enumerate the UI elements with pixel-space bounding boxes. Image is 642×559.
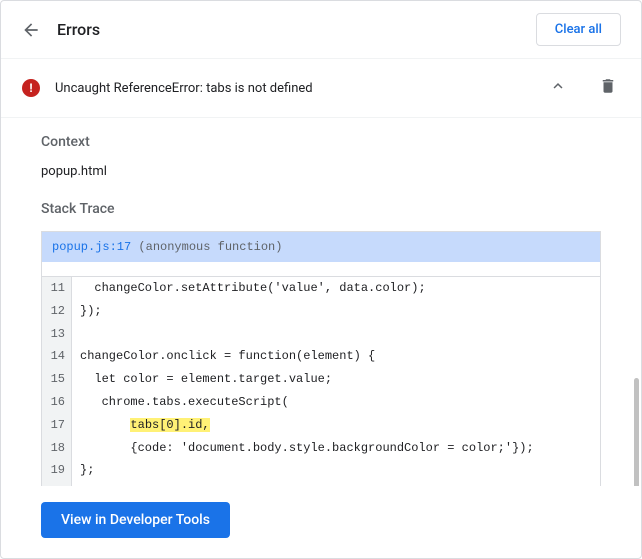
line-text [72, 323, 600, 346]
stack-trace-label: Stack Trace [41, 201, 601, 217]
stack-function: (anonymous function) [138, 240, 282, 254]
errors-panel: Errors Clear all ! Uncaught ReferenceErr… [0, 0, 642, 559]
line-number: 13 [42, 323, 72, 346]
line-number: 18 [42, 437, 72, 460]
code-line: 15 let color = element.target.value; [42, 368, 600, 391]
code-line: 19}; [42, 459, 600, 482]
error-details: Context popup.html Stack Trace popup.js:… [1, 118, 641, 486]
code-line: 13 [42, 323, 600, 346]
stack-file-link[interactable]: popup.js:17 [52, 240, 131, 254]
code-snippet: 11 changeColor.setAttribute('value', dat… [41, 276, 601, 486]
line-text: changeColor.onclick = function(element) … [72, 345, 600, 368]
line-number: 11 [42, 277, 72, 300]
line-text: {code: 'document.body.style.backgroundCo… [72, 437, 600, 460]
error-summary-row: ! Uncaught ReferenceError: tabs is not d… [1, 59, 641, 118]
line-text: tabs[0].id, [72, 414, 600, 437]
code-line: 20 [42, 482, 600, 486]
code-line: 16 chrome.tabs.executeScript( [42, 391, 600, 414]
clear-all-button[interactable]: Clear all [536, 13, 621, 46]
page-title: Errors [57, 20, 520, 39]
stack-frame-header[interactable]: popup.js:17 (anonymous function) [41, 231, 601, 262]
scrollbar-thumb[interactable] [634, 378, 639, 486]
line-text: chrome.tabs.executeScript( [72, 391, 600, 414]
line-text: changeColor.setAttribute('value', data.c… [72, 277, 600, 300]
context-label: Context [41, 134, 601, 150]
line-text [72, 482, 600, 486]
code-line: 18 {code: 'document.body.style.backgroun… [42, 437, 600, 460]
line-text: }); [72, 300, 600, 323]
chevron-up-icon[interactable] [545, 73, 571, 103]
line-number: 14 [42, 345, 72, 368]
trash-icon[interactable] [595, 73, 621, 103]
line-number: 20 [42, 482, 72, 486]
view-in-devtools-button[interactable]: View in Developer Tools [41, 502, 230, 538]
header-bar: Errors Clear all [1, 1, 641, 59]
back-arrow-icon[interactable] [21, 20, 41, 40]
line-number: 15 [42, 368, 72, 391]
line-number: 12 [42, 300, 72, 323]
line-number: 16 [42, 391, 72, 414]
line-number: 17 [42, 414, 72, 437]
code-line: 14changeColor.onclick = function(element… [42, 345, 600, 368]
context-value: popup.html [41, 164, 601, 179]
code-line: 12}); [42, 300, 600, 323]
error-icon: ! [21, 78, 41, 98]
footer: View in Developer Tools [1, 486, 641, 558]
line-text: }; [72, 459, 600, 482]
highlighted-token: tabs[0].id, [130, 418, 209, 432]
line-number: 19 [42, 459, 72, 482]
code-line: 11 changeColor.setAttribute('value', dat… [42, 277, 600, 300]
line-text: let color = element.target.value; [72, 368, 600, 391]
error-message: Uncaught ReferenceError: tabs is not def… [55, 81, 531, 96]
gap [41, 262, 601, 276]
code-line: 17 tabs[0].id, [42, 414, 600, 437]
